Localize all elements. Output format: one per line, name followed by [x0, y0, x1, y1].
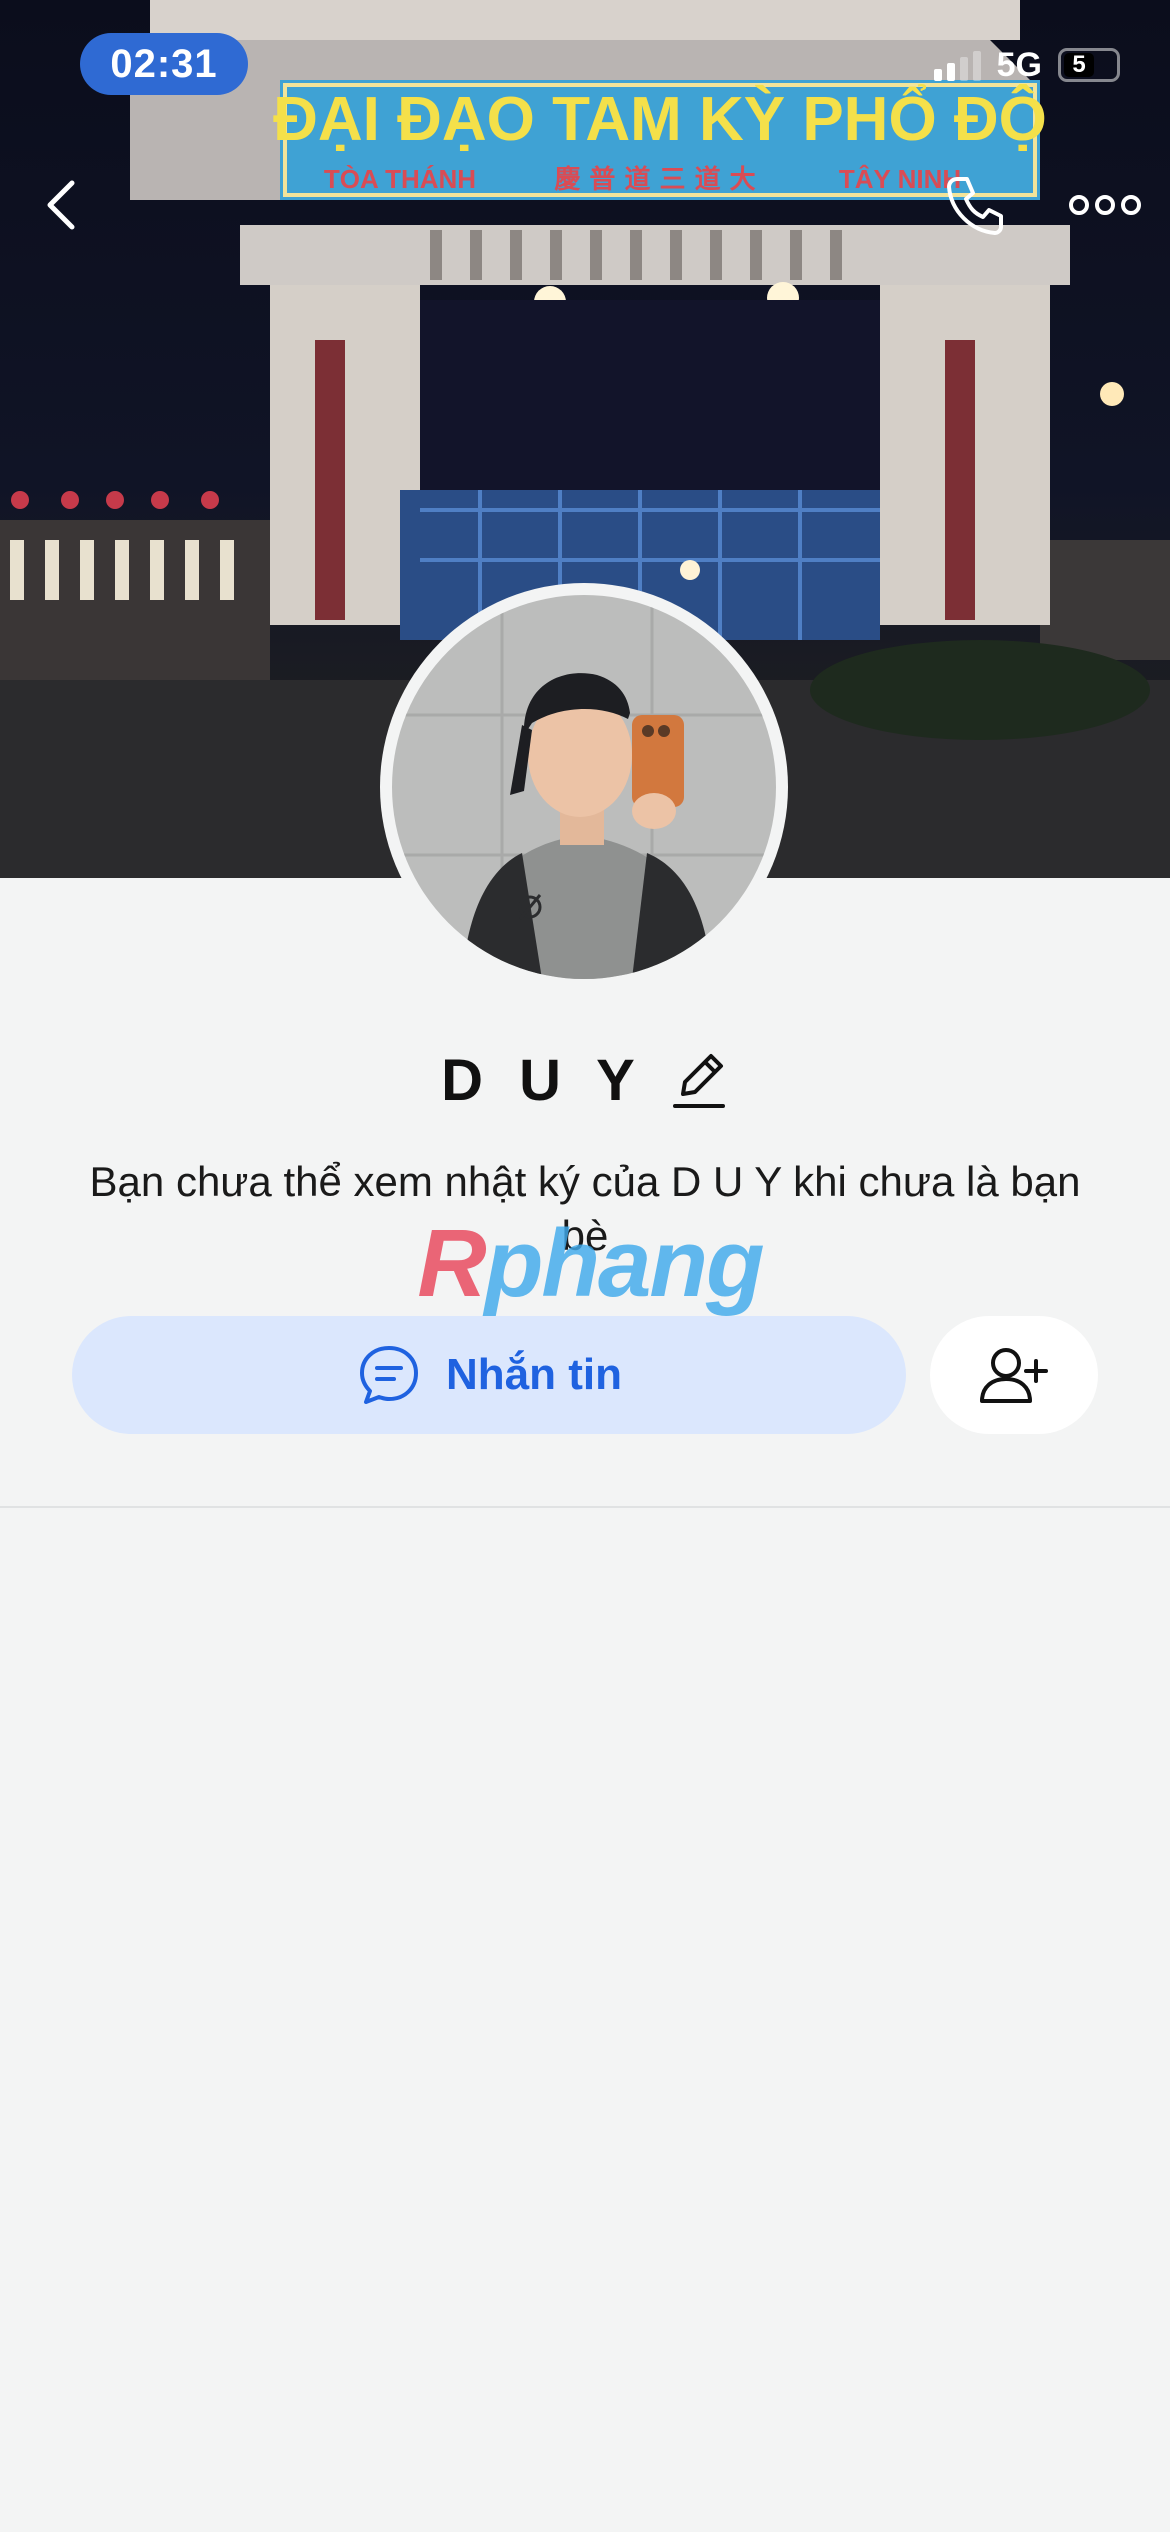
add-friend-icon [980, 1348, 1048, 1403]
profile-screen: ĐẠI ĐẠO TAM KỲ PHỔ ĐỘ TÒA THÁNH 慶 普 道 三 … [0, 0, 1170, 2532]
back-button[interactable] [30, 170, 94, 240]
profile-name-row: D U Y [0, 1040, 1170, 1120]
diary-restriction-notice: Bạn chưa thể xem nhật ký của D U Y khi c… [89, 1158, 1081, 1259]
status-time: 02:31 [80, 33, 248, 95]
message-button[interactable]: Nhắn tin [72, 1316, 906, 1434]
message-button-label: Nhắn tin [446, 1350, 622, 1399]
cellular-signal-icon [933, 49, 981, 81]
avatar[interactable] [380, 583, 788, 991]
section-divider [0, 1506, 1170, 1508]
call-button[interactable] [935, 170, 1015, 240]
battery-level: 5 [1064, 51, 1094, 78]
add-friend-button[interactable] [930, 1316, 1098, 1434]
network-type: 5G [996, 45, 1042, 84]
edit-name-button[interactable] [669, 1045, 729, 1115]
status-indicators: 5G 5 [933, 40, 1120, 90]
battery-icon: 5 [1058, 48, 1120, 82]
cover-sign-main: ĐẠI ĐẠO TAM KỲ PHỔ ĐỘ [273, 84, 1047, 154]
pencil-icon [672, 1054, 725, 1108]
cover-sign-chinese: 慶 普 道 三 道 大 [554, 164, 755, 195]
profile-name: D U Y [441, 1047, 645, 1113]
avatar-photo [392, 595, 776, 979]
chevron-left-icon [47, 180, 75, 230]
chat-bubble-icon [360, 1346, 418, 1404]
cover-sign-left: TÒA THÁNH [324, 164, 476, 194]
phone-icon [947, 177, 1003, 235]
more-dots-icon [1069, 195, 1141, 215]
more-options-button[interactable] [1065, 180, 1145, 230]
